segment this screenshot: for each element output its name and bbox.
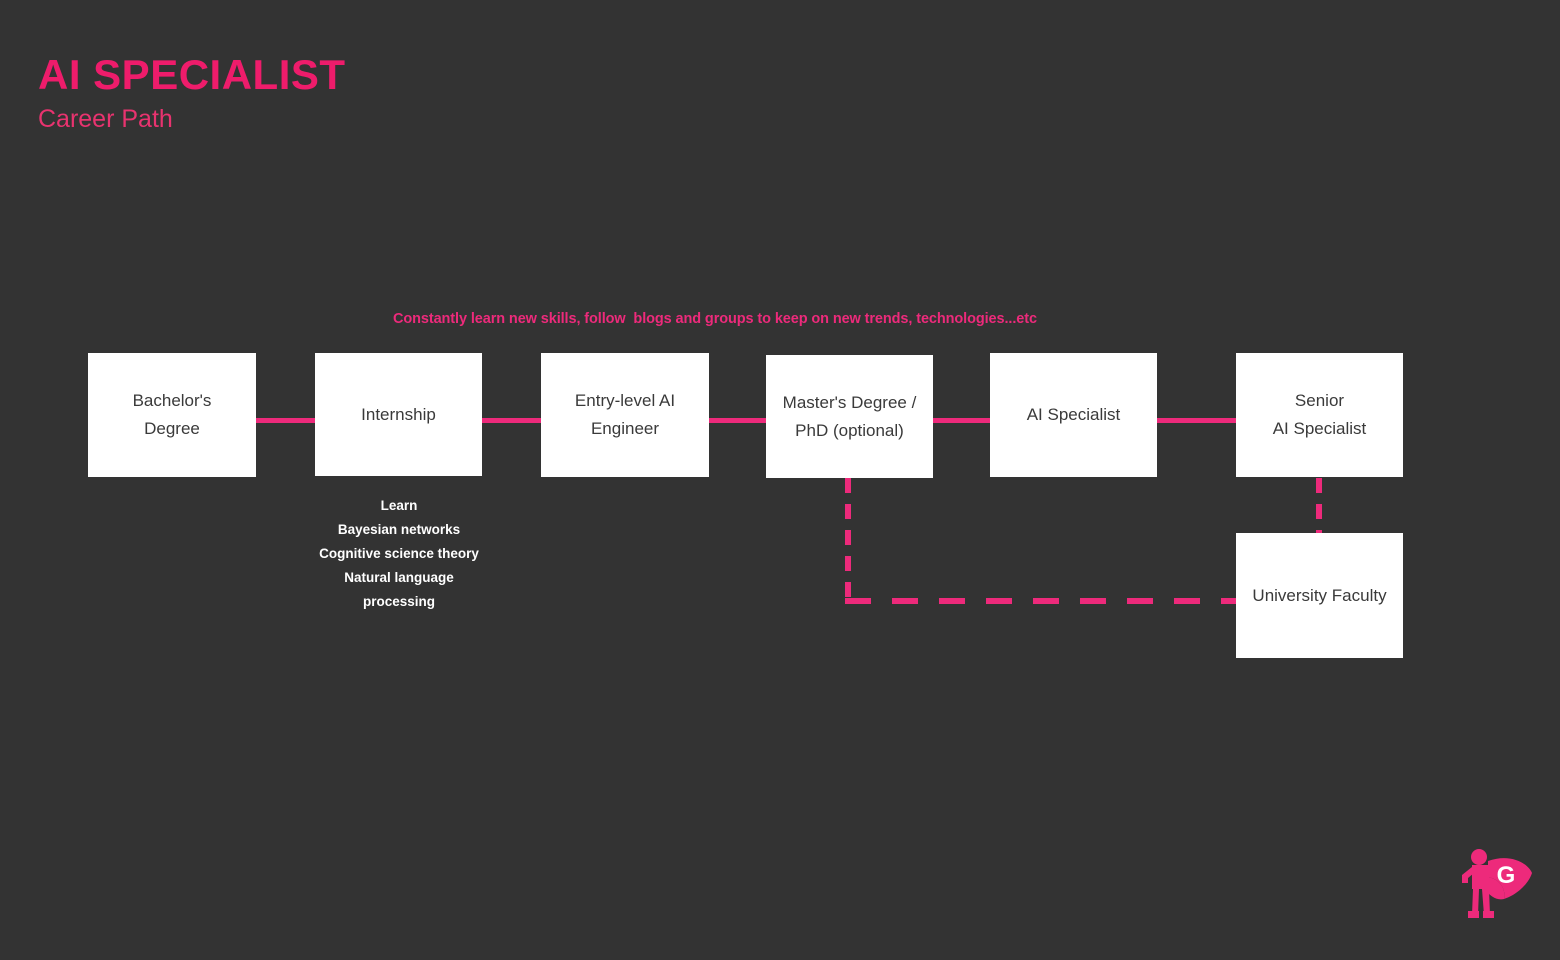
flow-annotation: Constantly learn new skills, follow blog… bbox=[393, 311, 1037, 327]
page-subtitle: Career Path bbox=[38, 105, 173, 133]
skill-item: Bayesian networks bbox=[337, 522, 461, 537]
brand-logo: G bbox=[1448, 843, 1538, 925]
node-bachelors-degree[interactable]: Bachelor's Degree bbox=[88, 353, 256, 477]
node-internship[interactable]: Internship bbox=[315, 353, 482, 476]
skill-item: Cognitive science theory bbox=[319, 546, 479, 561]
logo-letter: G bbox=[1497, 862, 1516, 889]
dashed-connector-masters-down bbox=[845, 478, 851, 602]
node-ai-specialist[interactable]: AI Specialist bbox=[990, 353, 1157, 477]
connector-bachelors-internship bbox=[250, 418, 322, 423]
page-title: AI SPECIALIST bbox=[38, 51, 346, 98]
node-masters-degree-phd[interactable]: Master's Degree / PhD (optional) bbox=[766, 355, 933, 478]
node-entry-level-ai-engineer[interactable]: Entry-level AI Engineer bbox=[541, 353, 709, 477]
node-university-faculty[interactable]: University Faculty bbox=[1236, 533, 1403, 658]
skill-item: Natural language processing bbox=[344, 570, 454, 609]
connector-specialist-senior bbox=[1150, 418, 1242, 423]
node-senior-ai-specialist[interactable]: Senior AI Specialist bbox=[1236, 353, 1403, 477]
connector-masters-specialist bbox=[928, 418, 996, 423]
dashed-connector-to-faculty bbox=[845, 598, 1245, 604]
skills-list: Learn Bayesian networks Cognitive scienc… bbox=[300, 494, 498, 614]
diagram-canvas: AI SPECIALIST Career Path Constantly lea… bbox=[0, 0, 1560, 960]
connector-internship-entry bbox=[477, 418, 547, 423]
connector-entry-masters bbox=[702, 418, 772, 423]
header: AI SPECIALIST Career Path bbox=[38, 52, 738, 134]
skills-heading: Learn bbox=[380, 498, 418, 513]
dashed-connector-senior-faculty bbox=[1316, 478, 1322, 540]
superhero-logo-icon: G bbox=[1462, 849, 1532, 918]
